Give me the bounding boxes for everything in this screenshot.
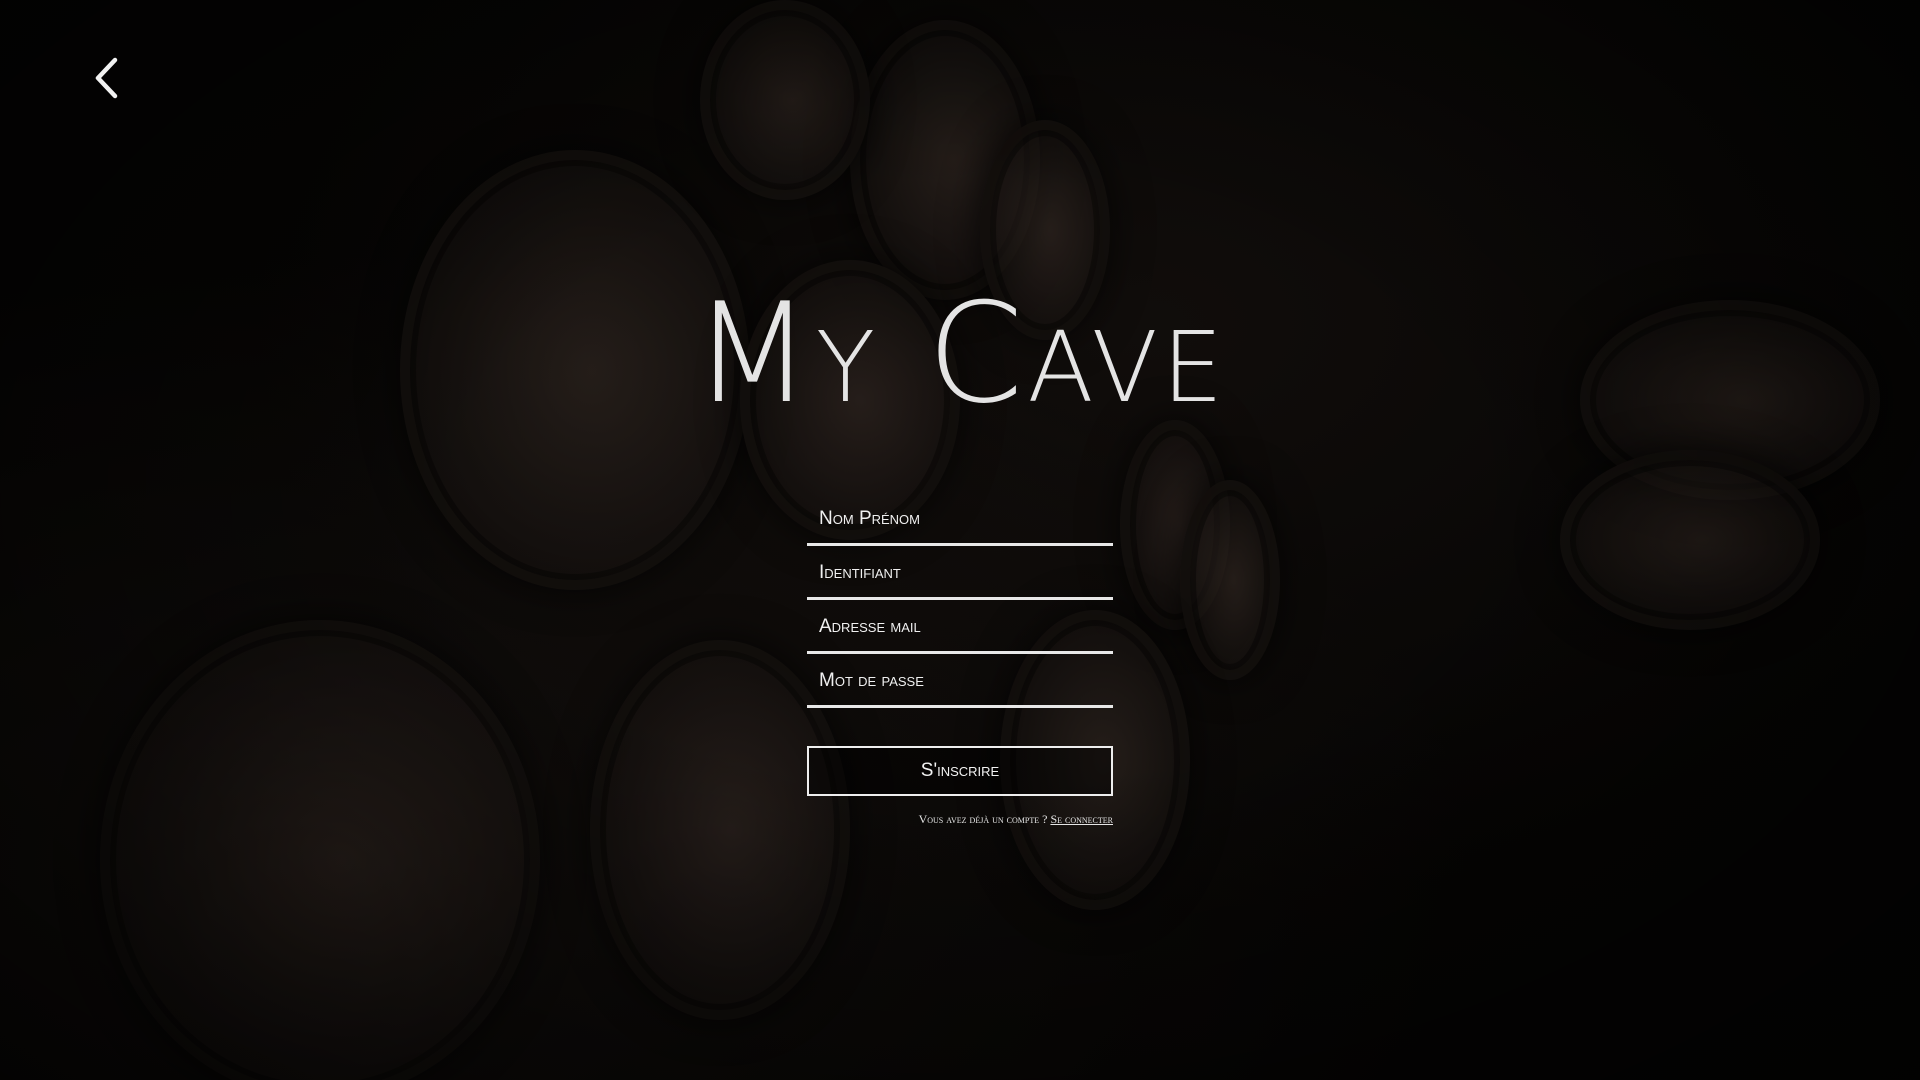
full-name-input[interactable]	[807, 495, 1113, 543]
full-name-field-wrapper	[807, 494, 1113, 546]
username-input[interactable]	[807, 549, 1113, 597]
signup-form: S'inscrire Vous avez déjà un compte ? Se…	[807, 494, 1113, 827]
login-prompt-line: Vous avez déjà un compte ? Se connecter	[807, 812, 1113, 827]
password-input[interactable]	[807, 657, 1113, 705]
signup-button[interactable]: S'inscrire	[807, 746, 1113, 796]
password-field-wrapper	[807, 656, 1113, 708]
login-link[interactable]: Se connecter	[1050, 812, 1113, 826]
email-field-wrapper	[807, 602, 1113, 654]
back-button[interactable]	[88, 52, 128, 104]
login-prompt-text: Vous avez déjà un compte ?	[918, 812, 1048, 826]
username-field-wrapper	[807, 548, 1113, 600]
chevron-left-icon	[95, 57, 118, 99]
app-title: My Cave	[692, 273, 1228, 434]
email-input[interactable]	[807, 603, 1113, 651]
